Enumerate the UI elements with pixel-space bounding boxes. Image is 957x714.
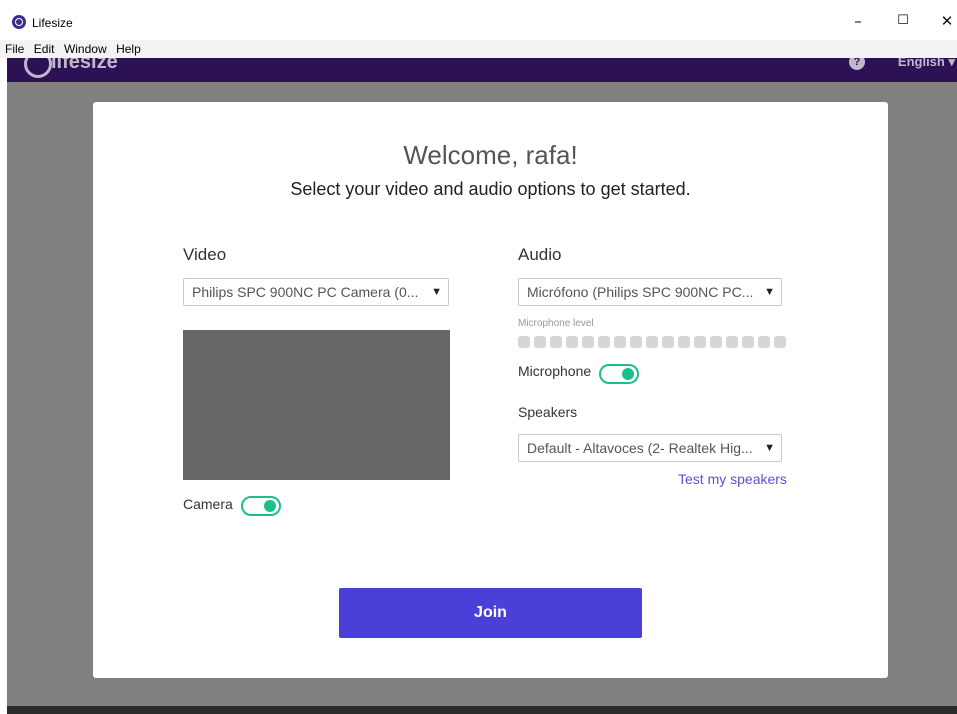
title-bar: Lifesize – ☐ ✕ xyxy=(0,0,957,40)
audio-label: Audio xyxy=(518,245,562,264)
chevron-down-icon: ▼ xyxy=(764,442,775,454)
menu-window[interactable]: Window xyxy=(64,41,107,57)
camera-preview xyxy=(183,330,450,480)
microphone-level-dot xyxy=(758,336,770,348)
microphone-toggle-label: Microphone xyxy=(518,363,592,379)
camera-toggle[interactable] xyxy=(241,496,281,516)
microphone-level-dot xyxy=(550,336,562,348)
microphone-level-dot xyxy=(630,336,642,348)
microphone-level-meter xyxy=(518,335,790,353)
microphone-toggle[interactable] xyxy=(599,364,639,384)
chevron-down-icon: ▼ xyxy=(764,286,775,298)
microphone-level-dot xyxy=(710,336,722,348)
lifesize-logo-icon xyxy=(24,58,52,78)
microphone-level-dot xyxy=(694,336,706,348)
microphone-select-value: Micrófono (Philips SPC 900NC PC... xyxy=(527,284,754,300)
menu-file[interactable]: File xyxy=(5,41,24,57)
menu-help[interactable]: Help xyxy=(116,41,141,57)
toggle-knob xyxy=(622,368,634,380)
speaker-select[interactable]: Default - Altavoces (2- Realtek Hig... ▼ xyxy=(518,434,782,462)
microphone-level-dot xyxy=(614,336,626,348)
maximize-button[interactable]: ☐ xyxy=(888,10,918,32)
speaker-select-value: Default - Altavoces (2- Realtek Hig... xyxy=(527,440,753,456)
toggle-knob xyxy=(264,500,276,512)
microphone-level-dot xyxy=(774,336,786,348)
lifesize-app-icon xyxy=(12,15,26,29)
language-selector[interactable]: English ▾ xyxy=(898,58,955,70)
microphone-level-dot xyxy=(646,336,658,348)
camera-select[interactable]: Philips SPC 900NC PC Camera (0... ▼ xyxy=(183,278,449,306)
join-button[interactable]: Join xyxy=(339,588,642,638)
chevron-down-icon: ▼ xyxy=(431,286,442,298)
setup-subtitle: Select your video and audio options to g… xyxy=(290,179,691,199)
camera-toggle-label: Camera xyxy=(183,496,233,512)
app-header: lifesize ? English ▾ xyxy=(7,58,957,82)
welcome-heading: Welcome, rafa! xyxy=(403,140,578,170)
test-speakers-link[interactable]: Test my speakers xyxy=(678,471,787,487)
speakers-label: Speakers xyxy=(518,404,578,420)
microphone-level-dot xyxy=(518,336,530,348)
bottom-bar xyxy=(7,706,957,714)
logo-text: lifesize xyxy=(51,58,118,73)
microphone-level-dot xyxy=(598,336,610,348)
video-label: Video xyxy=(183,245,227,264)
window-title: Lifesize xyxy=(32,16,73,30)
setup-card: Welcome, rafa! Select your video and aud… xyxy=(93,102,888,678)
microphone-level-dot xyxy=(566,336,578,348)
microphone-level-dot xyxy=(582,336,594,348)
help-icon[interactable]: ? xyxy=(849,58,865,70)
close-button[interactable]: ✕ xyxy=(932,10,957,32)
menu-bar: File Edit Window Help xyxy=(0,40,957,58)
microphone-level-dot xyxy=(662,336,674,348)
microphone-level-dot xyxy=(726,336,738,348)
menu-edit[interactable]: Edit xyxy=(34,41,55,57)
microphone-level-dot xyxy=(742,336,754,348)
microphone-select[interactable]: Micrófono (Philips SPC 900NC PC... ▼ xyxy=(518,278,782,306)
microphone-level-label: Microphone level xyxy=(518,318,594,329)
microphone-level-dot xyxy=(678,336,690,348)
microphone-level-dot xyxy=(534,336,546,348)
camera-select-value: Philips SPC 900NC PC Camera (0... xyxy=(192,284,419,300)
minimize-button[interactable]: – xyxy=(843,10,873,32)
